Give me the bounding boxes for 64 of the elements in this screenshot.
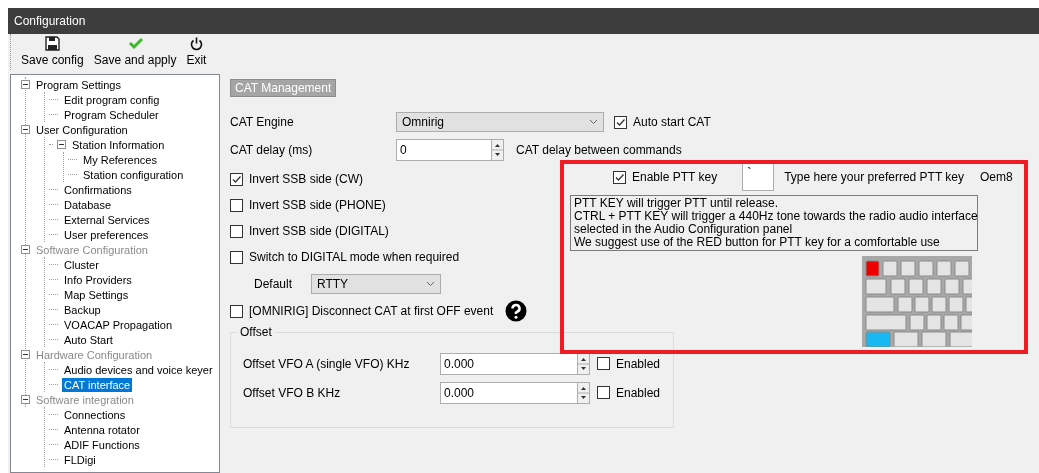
spin-button[interactable] [491,139,504,161]
checkbox-label: Enabled [616,356,661,371]
info-line: selected in the Audio Configuration panel [574,223,794,236]
info-line: We suggest use of the RED button for PTT key for a comfortable use [574,236,941,249]
checkbox[interactable] [613,170,626,184]
tree-item[interactable]: User Configuration [34,122,130,137]
checkbox-label: Auto start CAT [633,115,711,129]
toolbar-button[interactable]: Save and apply [93,36,177,70]
field-label: CAT Engine [230,115,295,129]
help-icon[interactable] [505,300,528,322]
field-label: Offset VFO B KHz [243,385,342,400]
caret-icon [589,119,598,125]
checkbox-label: Invert SSB side (PHONE) [249,198,386,212]
tree-item[interactable]: Database [62,197,114,212]
checkbox[interactable] [614,115,627,129]
section-title: CAT Management [230,79,337,97]
spin-button[interactable] [577,352,590,375]
number-field[interactable]: 0.000 [440,381,577,404]
collapse-icon[interactable] [21,80,30,89]
tree-item[interactable]: Program Scheduler [62,107,161,122]
checkbox-label: Invert SSB side (CW) [249,172,364,186]
tree-item[interactable]: Edit program config [62,92,162,107]
dropdown[interactable]: Omnirig [396,112,604,132]
toolbar-button[interactable]: Save config [21,36,84,70]
tree-item[interactable]: Program Settings [34,77,123,92]
power-icon [188,36,204,51]
checkbox-label: Switch to DIGITAL mode when required [249,250,460,264]
tree-item[interactable]: User preferences [62,227,151,242]
key-name: Oem8 [980,170,1013,184]
number-field[interactable]: 0 [396,139,491,161]
checkbox-label: Enabled [616,385,661,400]
hint-text: Type here your preferred PTT key [784,170,964,184]
collapse-icon[interactable] [57,140,66,149]
checkbox[interactable] [230,198,243,212]
group-title: Offset [237,325,275,339]
floppy-icon [44,36,60,51]
spin-button[interactable] [577,381,590,404]
checkbox[interactable] [597,386,610,399]
caret-icon [426,281,435,287]
toolbar-button[interactable]: Exit [186,36,207,70]
key-field[interactable]: ` [742,163,775,191]
tree-item[interactable]: External Services [62,212,152,227]
window-title: Configuration [8,8,1039,34]
checkbox[interactable] [597,357,610,370]
checkbox[interactable] [230,304,243,318]
tree-item[interactable]: Confirmations [62,182,134,197]
field-note: CAT delay between commands [516,143,682,157]
checkbox[interactable] [230,224,243,238]
field-label: Offset VFO A (single VFO) KHz [243,356,411,371]
checkbox-label: Enable PTT key [632,170,718,184]
field-label: CAT delay (ms) [230,143,314,157]
tree-item[interactable]: Station configuration [81,167,186,182]
collapse-icon[interactable] [21,125,30,134]
checkbox-label: [OMNIRIG] Disconnect CAT at first OFF event [249,304,494,318]
checkbox[interactable] [230,172,243,186]
checkbox-label: Invert SSB side (DIGITAL) [249,224,389,238]
checkmark-icon [127,36,143,51]
number-field[interactable]: 0.000 [440,352,577,375]
tree-item[interactable]: My References [81,152,159,167]
info-line: PTT KEY will trigger PTT until release. [574,197,780,210]
tree-item[interactable]: Station Information [70,137,167,152]
checkbox[interactable] [230,250,243,264]
dropdown[interactable]: RTTY [311,274,441,294]
field-label: Default [254,277,294,291]
